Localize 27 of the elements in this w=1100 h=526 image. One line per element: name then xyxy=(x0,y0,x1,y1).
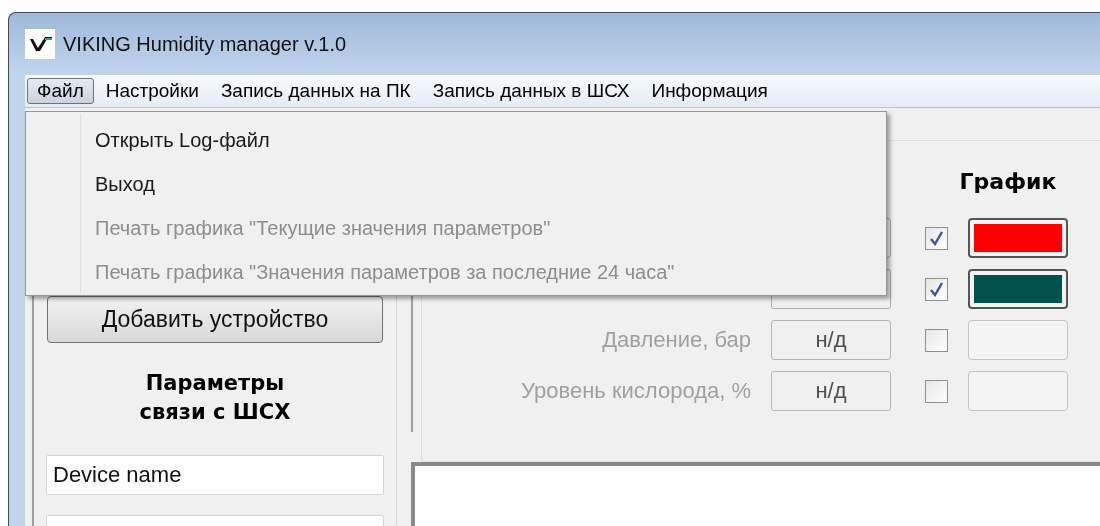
graph-checkbox[interactable] xyxy=(925,226,948,250)
color-button[interactable] xyxy=(968,218,1068,258)
window-title: VIKING Humidity manager v.1.0 xyxy=(63,32,347,56)
check-icon xyxy=(929,230,944,246)
menu-item[interactable]: Настройки xyxy=(95,78,209,104)
value-field: н/д xyxy=(771,371,891,411)
input-field[interactable]: Device name xyxy=(46,455,384,495)
section-heading: Параметры связи с ШСХ xyxy=(139,370,291,426)
parameter-label: Уровень кислорода, % xyxy=(521,378,752,404)
menu-entry[interactable]: Выход xyxy=(26,162,886,206)
color-button[interactable] xyxy=(968,320,1068,360)
menu-item[interactable]: Файл xyxy=(27,78,94,104)
app-logo-icon xyxy=(25,29,55,59)
graph-checkbox[interactable] xyxy=(925,328,948,352)
add-device-button[interactable]: Добавить устройство xyxy=(47,296,383,343)
check-icon xyxy=(929,281,944,297)
parameter-label: Давление, бар xyxy=(602,327,752,353)
color-button[interactable] xyxy=(968,371,1068,411)
graph-checkbox[interactable] xyxy=(925,379,948,403)
value-field: н/д xyxy=(771,320,891,360)
graph-heading: График xyxy=(959,169,1057,196)
graph-checkbox[interactable] xyxy=(925,277,948,301)
menu-entry[interactable]: Открыть Log-файл xyxy=(26,118,886,162)
menu-item[interactable]: Запись данных на ПК xyxy=(210,78,421,104)
color-button[interactable] xyxy=(968,269,1068,309)
menu-item[interactable]: Информация xyxy=(641,78,778,104)
menu-item[interactable]: Запись данных в ШСХ xyxy=(422,78,640,104)
